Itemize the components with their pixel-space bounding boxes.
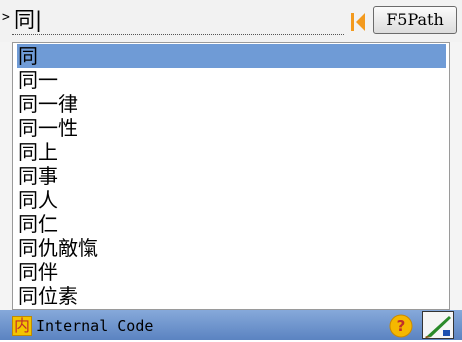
app-window: > 同| F5Path 同同一 同一律 同一性 同上 同事 同人 同仁 同仇敵愾 同伴 同位素 内… bbox=[0, 0, 462, 340]
back-arrow-icon[interactable] bbox=[350, 11, 368, 33]
candidate-item[interactable]: 同一 bbox=[17, 68, 446, 92]
query-underline bbox=[12, 34, 344, 35]
candidate-item[interactable]: 同仁 bbox=[17, 212, 446, 236]
help-icon[interactable]: ? bbox=[389, 314, 413, 338]
candidate-list[interactable]: 同同一 同一律 同一性 同上 同事 同人 同仁 同仇敵愾 同伴 同位素 bbox=[12, 42, 450, 310]
query-input[interactable]: 同| bbox=[14, 8, 42, 32]
input-mode-label[interactable]: Internal Code bbox=[36, 316, 153, 336]
candidate-item[interactable]: 同位素 bbox=[17, 284, 446, 308]
svg-text:?: ? bbox=[397, 317, 406, 335]
candidate-item[interactable]: 同伴 bbox=[17, 260, 446, 284]
input-mode-icon[interactable]: 内 bbox=[12, 316, 32, 336]
candidate-item[interactable]: 同仇敵愾 bbox=[17, 236, 446, 260]
prompt-caret: > bbox=[2, 10, 10, 25]
candidate-item[interactable]: 同上 bbox=[17, 140, 446, 164]
candidate-item[interactable]: 同 bbox=[17, 44, 446, 68]
candidate-item[interactable]: 同一律 bbox=[17, 92, 446, 116]
f5-path-button[interactable]: F5Path bbox=[373, 6, 457, 34]
candidate-item[interactable]: 同一性 bbox=[17, 116, 446, 140]
candidate-item[interactable]: 同人 bbox=[17, 188, 446, 212]
candidate-item[interactable]: 同事 bbox=[17, 164, 446, 188]
input-row: > 同| F5Path bbox=[0, 0, 462, 42]
handwriting-pen-icon[interactable] bbox=[422, 311, 454, 339]
